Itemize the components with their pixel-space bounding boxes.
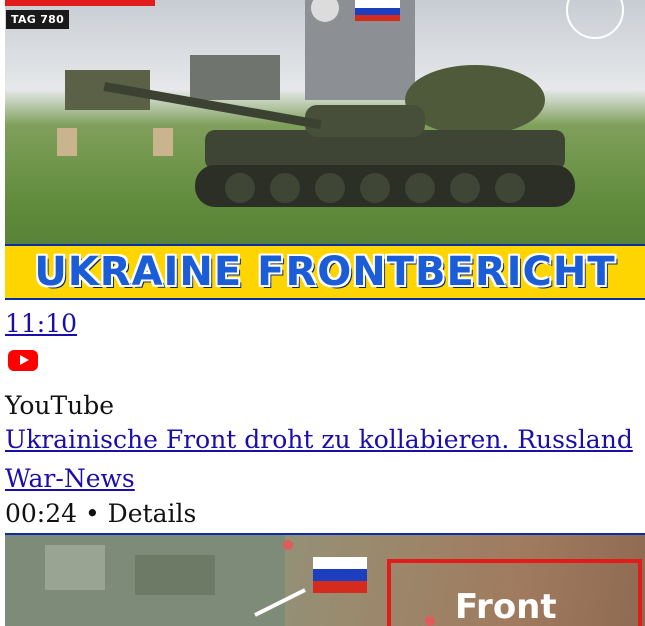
source-label: YouTube — [5, 391, 115, 420]
flag-red-stripe — [355, 15, 400, 21]
soldiers-group-shape — [405, 65, 545, 135]
thumbnail-banner: UKRAINE FRONTBERICHT — [5, 244, 645, 298]
channel-link[interactable]: War-News — [5, 464, 135, 493]
map-marker-shape — [283, 540, 293, 550]
sign-post-shape — [57, 128, 77, 156]
video-duration-link[interactable]: 11:10 — [5, 309, 77, 338]
video-meta: 00:24 • Details — [5, 499, 197, 528]
video-title-link[interactable]: Ukrainische Front droht zu kollabieren. … — [5, 425, 633, 454]
video-thumbnail[interactable]: TAG 780 UKRAINE FRONTBERICHT — [5, 0, 645, 300]
hut-shape — [190, 55, 280, 100]
flag-blue-stripe — [355, 8, 400, 15]
map-field-shape — [45, 545, 105, 590]
tank-scene-illustration — [57, 0, 624, 207]
thumbnail-banner-text: UKRAINE FRONTBERICHT — [34, 249, 616, 295]
thumbnail-tag: TAG 780 — [6, 10, 70, 29]
russian-flag-icon — [313, 557, 367, 593]
globe-outline — [566, 0, 624, 39]
second-video-thumbnail[interactable]: Front — [5, 533, 645, 626]
youtube-icon — [8, 350, 38, 371]
map-field-shape — [135, 555, 215, 595]
front-label: Front — [455, 587, 557, 626]
tank-turret-shape — [305, 105, 425, 137]
sign-post-shape — [153, 128, 173, 156]
